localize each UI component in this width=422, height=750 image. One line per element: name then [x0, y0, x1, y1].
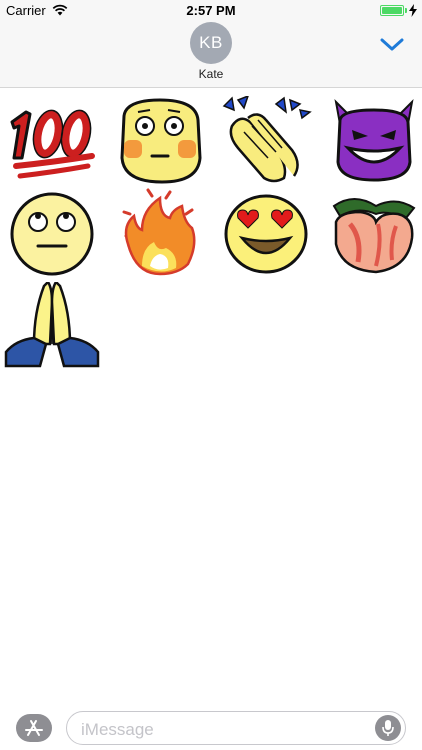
fire-sticker[interactable]: [112, 188, 208, 278]
battery-icon: [380, 5, 404, 16]
fire-icon: [122, 188, 196, 276]
smiling-devil-icon: [334, 99, 414, 182]
clapping-hands-sticker[interactable]: [218, 94, 314, 186]
peach-icon: [332, 198, 416, 274]
hundred-points-sticker[interactable]: [4, 96, 100, 186]
status-bar: Carrier 2:57 PM: [0, 0, 422, 22]
conversation-header: KB Kate: [0, 22, 422, 88]
hundred-points-icon: [10, 109, 95, 179]
praying-hands-icon: [4, 280, 100, 368]
clock: 2:57 PM: [186, 3, 236, 18]
peach-sticker[interactable]: [326, 188, 422, 278]
avatar[interactable]: KB: [190, 22, 232, 64]
flushed-face-icon: [120, 98, 202, 184]
app-store-button[interactable]: [16, 714, 52, 742]
microphone-button[interactable]: [375, 715, 401, 741]
battery-level-fill: [382, 7, 402, 14]
clapping-hands-icon: [222, 94, 312, 183]
flushed-face-sticker[interactable]: [112, 96, 208, 186]
chevron-down-icon[interactable]: [378, 34, 406, 54]
heart-eyes-face-icon: [224, 194, 308, 274]
battery-nub: [405, 8, 407, 13]
charging-bolt-icon: [409, 4, 417, 17]
microphone-icon: [382, 720, 394, 736]
heart-eyes-face-sticker[interactable]: [218, 188, 314, 278]
message-placeholder: iMessage: [81, 720, 154, 739]
eye-roll-face-icon: [10, 192, 94, 276]
sticker-grid: [0, 92, 422, 382]
contact-name[interactable]: Kate: [0, 67, 422, 81]
compose-bar: iMessage: [0, 706, 422, 750]
eye-roll-face-sticker[interactable]: [4, 188, 100, 278]
message-input[interactable]: iMessage: [66, 711, 406, 745]
smiling-devil-sticker[interactable]: [326, 96, 422, 186]
praying-hands-sticker[interactable]: [4, 280, 100, 372]
app-store-icon: [25, 720, 43, 736]
